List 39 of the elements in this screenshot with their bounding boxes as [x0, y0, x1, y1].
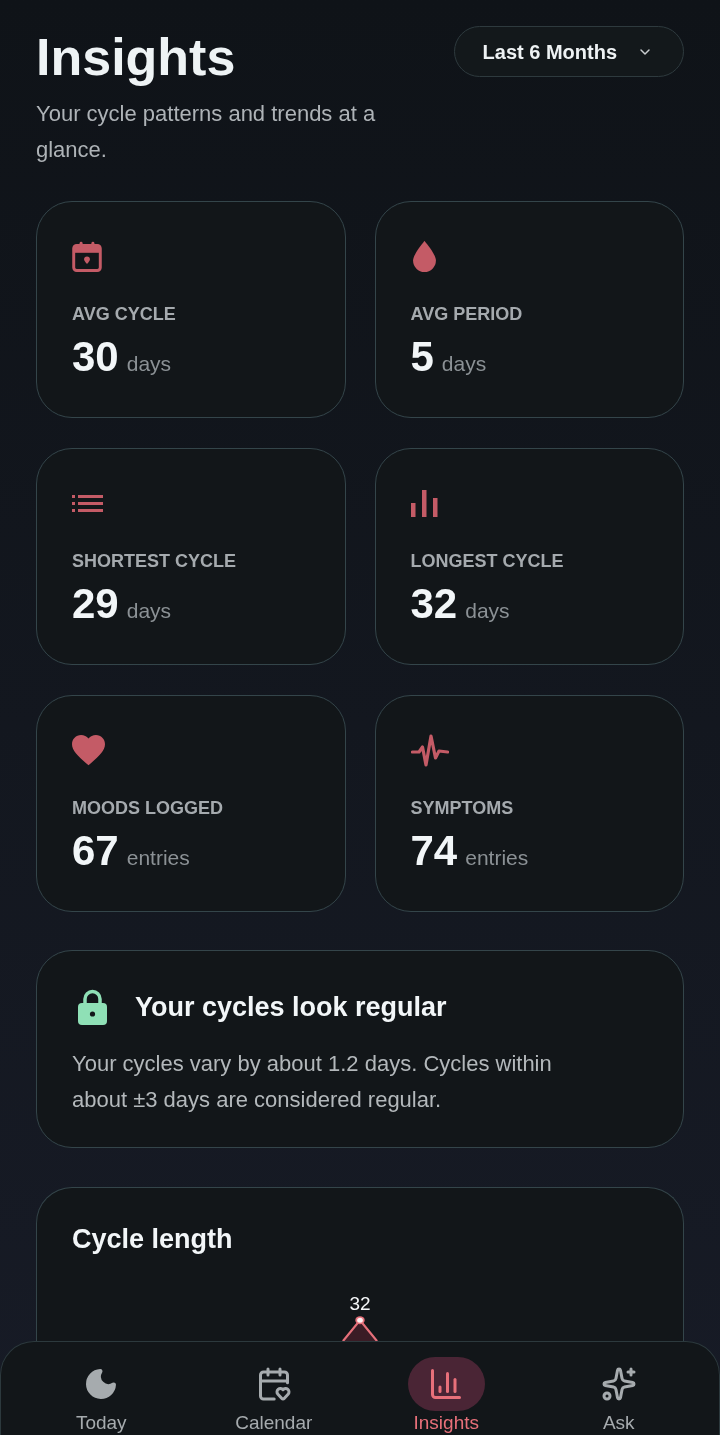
stat-unit: entries	[126, 845, 190, 871]
regularity-description: Your cycles vary by about 1.2 days. Cycles within about ±3 days are considered regular.	[72, 1050, 553, 1114]
stat-value: 67	[72, 827, 119, 875]
chart-title: Cycle length	[72, 1223, 234, 1256]
stat-unit: entries	[465, 845, 529, 871]
stat-label: SYMPTOMS	[410, 797, 515, 820]
bar-chart-icon	[410, 489, 438, 517]
stat-label: AVG PERIOD	[410, 303, 524, 326]
nav-tab[interactable]: Ask	[532, 1357, 705, 1435]
stat-value: 30	[72, 333, 119, 381]
calendar-icon	[72, 240, 102, 272]
heart-icon	[72, 734, 105, 766]
lock-icon	[78, 989, 107, 1025]
nav-tab[interactable]: Insights	[360, 1357, 533, 1435]
stat-value: 5	[410, 333, 434, 381]
bar-chart-icon	[407, 1357, 485, 1411]
regularity-title: Your cycles look regular	[135, 991, 447, 1024]
stat-label: MOODS LOGGED	[72, 797, 224, 820]
stat-value: 32	[410, 580, 458, 628]
page-title: Insights	[36, 27, 237, 87]
list-icon	[72, 494, 103, 512]
stat-unit: days	[126, 598, 172, 624]
stat-unit: days	[126, 351, 172, 377]
page-subtitle: Your cycle patterns and trends at a glance.	[36, 100, 377, 164]
stat-value: 29	[72, 580, 119, 628]
stat-label: LONGEST CYCLE	[410, 550, 565, 573]
chart-point-label: 32	[349, 1293, 371, 1315]
sparkles-icon	[600, 1366, 637, 1402]
chart-point-icon	[355, 1316, 365, 1325]
nav-tab[interactable]: Today	[15, 1357, 188, 1435]
droplet-icon	[410, 240, 438, 272]
stat-unit: days	[465, 598, 510, 624]
pulse-icon	[410, 732, 449, 768]
stat-label: AVG CYCLE	[72, 303, 177, 326]
stat-label: SHORTEST CYCLE	[72, 550, 237, 573]
stat-value: 74	[410, 827, 458, 875]
stat-unit: days	[441, 351, 487, 377]
range-dropdown[interactable]: Last 6 Months	[453, 26, 684, 77]
nav-tab[interactable]: Calendar	[187, 1357, 360, 1435]
